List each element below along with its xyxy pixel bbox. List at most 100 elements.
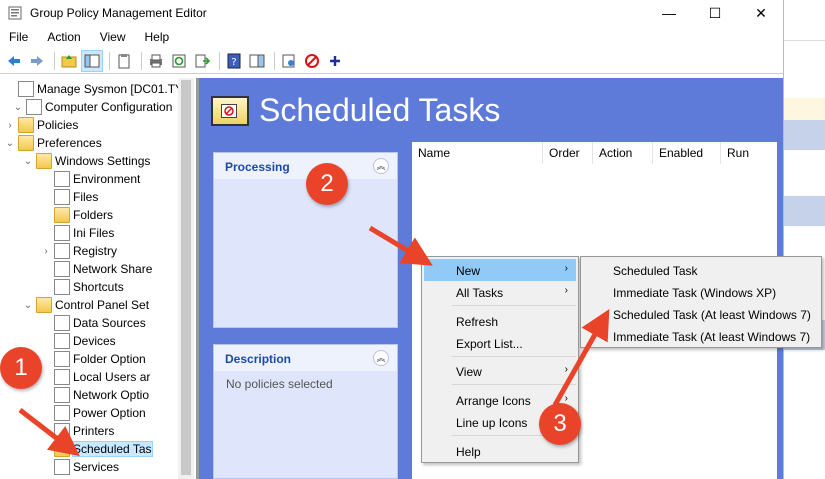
tree-item-label: Folders [73, 208, 114, 222]
properties-pane-icon[interactable] [247, 51, 267, 71]
submenu-scheduled-task[interactable]: Scheduled Task [583, 259, 819, 281]
refresh-icon[interactable] [169, 51, 189, 71]
menu-all-tasks-label: All Tasks [456, 286, 504, 300]
gpo-icon [18, 81, 34, 97]
tree-item-label: Folder Option [73, 352, 146, 366]
column-header-order[interactable]: Order [543, 142, 593, 164]
clipboard-icon[interactable] [114, 51, 134, 71]
shortcuts-icon [54, 279, 70, 295]
export-list-icon[interactable] [192, 51, 212, 71]
maximize-button[interactable]: ☐ [692, 0, 738, 26]
submenu-immediate-task-win7[interactable]: Immediate Task (At least Windows 7) [583, 325, 819, 347]
tree-item-label: Devices [73, 334, 116, 348]
menu-view[interactable]: View › [424, 360, 576, 382]
help-icon[interactable]: ? [224, 51, 244, 71]
tree-item-label: Control Panel Set [55, 298, 150, 312]
submenu-arrow-icon: › [564, 263, 568, 274]
local-users-icon [54, 369, 70, 385]
tree-item[interactable]: ⌄ Windows Settings [22, 152, 150, 170]
tree-item-label: Policies [37, 118, 79, 132]
tree-scrollbar[interactable] [178, 78, 194, 479]
tree-item[interactable]: ⌄ Control Panel Set [22, 296, 149, 314]
tree-item-label: Ini Files [73, 226, 115, 240]
tree-item[interactable]: Services [40, 458, 119, 476]
column-header-name[interactable]: Name [412, 142, 543, 164]
collapse-chevron-icon[interactable]: ⌄ [12, 102, 24, 113]
tree-item[interactable]: Devices [40, 332, 116, 350]
column-header-action[interactable]: Action [593, 142, 653, 164]
annotation-badge-3: 3 [539, 403, 581, 445]
tree-item[interactable]: Network Share [40, 260, 152, 278]
tree-item[interactable]: Network Optio [40, 386, 149, 404]
tree-item[interactable]: Environment [40, 170, 140, 188]
add-icon[interactable] [325, 51, 345, 71]
close-button[interactable]: ✕ [738, 0, 784, 26]
tree-item[interactable]: Local Users ar [40, 368, 150, 386]
tree-item[interactable]: Folder Option [40, 350, 146, 368]
menu-refresh[interactable]: Refresh [424, 310, 576, 332]
background-window-strip [783, 0, 825, 479]
back-arrow-icon[interactable] [4, 51, 24, 71]
menu-view[interactable]: View [91, 30, 136, 44]
tree-item-label: Registry [73, 244, 118, 258]
forward-arrow-icon[interactable] [27, 51, 47, 71]
delete-icon[interactable] [302, 51, 322, 71]
ini-files-icon [54, 225, 70, 241]
tree-item-label: Scheduled Tas [72, 441, 153, 457]
tree-item[interactable]: Printers [40, 422, 114, 440]
print-icon[interactable] [146, 51, 166, 71]
submenu-arrow-icon: › [564, 285, 568, 296]
scrollbar-thumb[interactable] [181, 80, 191, 475]
tree-item-label: Preferences [37, 136, 102, 150]
expand-chevron-icon[interactable]: › [4, 120, 16, 131]
tree-item[interactable]: Scheduled Tas [40, 440, 153, 458]
column-header-run[interactable]: Run [721, 142, 777, 164]
submenu-arrow-icon: › [564, 393, 568, 404]
expand-chevron-icon[interactable]: › [40, 246, 52, 257]
collapse-chevron-icon[interactable]: ⌄ [22, 300, 34, 311]
menu-new[interactable]: New › [424, 259, 576, 281]
environment-icon [54, 171, 70, 187]
tree-item[interactable]: › Registry [40, 242, 117, 260]
toolbar-separator [219, 51, 220, 70]
page-title: Scheduled Tasks [259, 92, 501, 128]
submenu-immediate-task-xp[interactable]: Immediate Task (Windows XP) [583, 281, 819, 303]
menu-arrange-icons-label: Arrange Icons [456, 394, 531, 408]
tree-item-label: Local Users ar [73, 370, 151, 384]
collapse-chevron-icon[interactable]: ︽ [373, 350, 389, 366]
description-header: Description [214, 345, 397, 371]
show-hide-tree-icon[interactable] [81, 49, 103, 72]
menu-file[interactable]: File [0, 30, 38, 44]
tree-item[interactable]: Folders [40, 206, 113, 224]
tree-item[interactable]: Ini Files [40, 224, 114, 242]
menu-action[interactable]: Action [38, 30, 90, 44]
toolbar-separator [109, 51, 110, 70]
up-folder-icon[interactable] [59, 51, 79, 71]
tree-item[interactable]: Files [40, 188, 98, 206]
collapse-chevron-icon[interactable]: ︽ [373, 158, 389, 174]
printers-icon [54, 423, 70, 439]
folder-options-icon [54, 351, 70, 367]
tree-item[interactable]: Power Option [40, 404, 146, 422]
properties-icon[interactable] [279, 51, 299, 71]
tree-item[interactable]: Data Sources [40, 314, 146, 332]
description-panel: Description ︽ No policies selected [213, 344, 398, 479]
tree-item[interactable]: Manage Sysmon [DC01.TYRI [4, 80, 178, 98]
menu-help[interactable]: Help [136, 30, 180, 44]
column-header-enabled[interactable]: Enabled [653, 142, 721, 164]
tree-item-label: Power Option [73, 406, 146, 420]
devices-icon [54, 333, 70, 349]
tree-item[interactable]: › Policies [4, 116, 78, 134]
tree-item[interactable]: ⌄ Preferences [4, 134, 102, 152]
menu-all-tasks[interactable]: All Tasks › [424, 281, 576, 303]
submenu-scheduled-task-win7[interactable]: Scheduled Task (At least Windows 7) [583, 303, 819, 325]
minimize-button[interactable]: — [646, 0, 692, 26]
collapse-chevron-icon[interactable]: ⌄ [22, 156, 34, 167]
control-panel-icon [36, 297, 52, 313]
collapse-chevron-icon[interactable]: ⌄ [4, 138, 16, 149]
tree-item[interactable]: Shortcuts [40, 278, 124, 296]
toolbar: ? [0, 48, 783, 74]
description-body: No policies selected [226, 377, 333, 391]
menu-export-list[interactable]: Export List... [424, 332, 576, 354]
tree-item[interactable]: ⌄ Computer Configuration [12, 98, 172, 116]
